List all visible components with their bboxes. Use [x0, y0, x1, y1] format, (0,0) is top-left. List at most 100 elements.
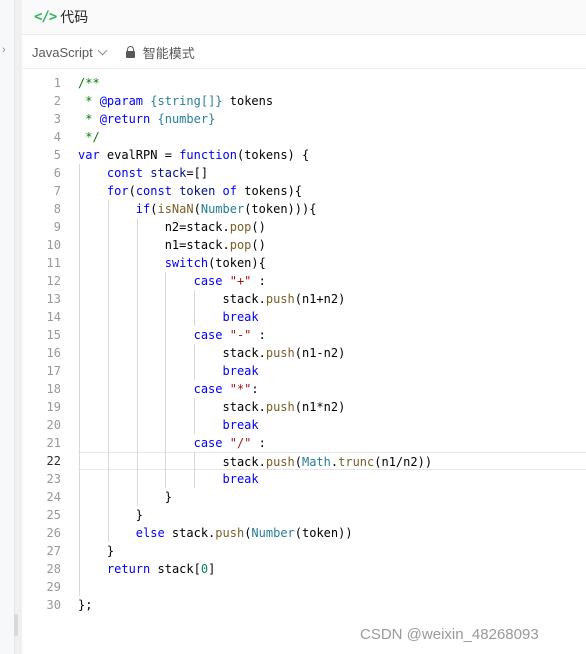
line-number: 15 [46, 328, 61, 342]
line-number: 19 [46, 400, 61, 414]
code-line[interactable]: 1 /** [22, 74, 586, 92]
line-number: 8 [53, 202, 61, 216]
code-token: ] [208, 562, 216, 576]
code-line[interactable]: 3 * @return {number} [22, 110, 586, 128]
code-line[interactable]: 15 case "-" : [22, 326, 586, 344]
code-line[interactable]: 2 * @param {string[]} tokens [22, 92, 586, 110]
code-line[interactable]: 13 stack.push(n1+n2) [22, 290, 586, 308]
code-text: */ [78, 128, 586, 146]
code-text: }; [78, 596, 586, 614]
code-token: (token){ [208, 256, 266, 270]
panel-header: </> 代码 [22, 0, 586, 35]
line-number: 2 [53, 94, 61, 108]
code-text: stack.push(n1*n2) [78, 398, 586, 416]
code-line[interactable]: 27 } [22, 542, 586, 560]
code-token: break [222, 364, 259, 378]
code-token: stack[ [150, 562, 201, 576]
line-number: 9 [53, 220, 61, 234]
code-line[interactable]: 19 stack.push(n1*n2) [22, 398, 586, 416]
code-text: const stack=[] [78, 164, 586, 182]
code-line[interactable]: 23 break [22, 470, 586, 488]
code-token: {number} [150, 112, 216, 126]
code-icon: </> [34, 9, 57, 25]
code-token: return [106, 562, 151, 576]
code-line[interactable]: 26 else stack.push(Number(token)) [22, 524, 586, 542]
code-token: stack. [78, 292, 266, 306]
code-line[interactable]: 16 stack.push(n1-n2) [22, 344, 586, 362]
code-line[interactable]: 14 break [22, 308, 586, 326]
code-line[interactable]: 12 case "+" : [22, 272, 586, 290]
line-number: 21 [46, 436, 61, 450]
code-token: const [135, 184, 172, 198]
code-line[interactable]: 6 const stack=[] [22, 164, 586, 182]
line-number: 5 [53, 148, 61, 162]
code-line[interactable]: 24 } [22, 488, 586, 506]
line-number: 13 [46, 292, 61, 306]
editor-toolbar: JavaScript 智能模式 [22, 36, 586, 69]
watermark: CSDN @weixin_48268093 [360, 626, 539, 643]
indent-guide [194, 452, 196, 488]
line-number: 3 [53, 112, 61, 126]
chevron-right-icon[interactable]: › [2, 44, 6, 56]
line-number: 6 [53, 166, 61, 180]
code-token: @param [99, 94, 144, 108]
code-line[interactable]: 7 for(const token of tokens){ [22, 182, 586, 200]
code-line[interactable]: 8 if(isNaN(Number(token))){ [22, 200, 586, 218]
code-token: (token)) [294, 526, 353, 540]
code-line[interactable]: 18 case "*": [22, 380, 586, 398]
code-editor[interactable]: 1/** 2 * @param {string[]} tokens 3 * @ret… [22, 74, 586, 634]
line-number: 25 [46, 508, 61, 522]
code-line[interactable]: 10 n1=stack.pop() [22, 236, 586, 254]
code-line[interactable]: 29 [22, 578, 586, 596]
code-line[interactable]: 30}; [22, 596, 586, 614]
code-text: } [78, 506, 586, 524]
resize-handle[interactable] [14, 614, 18, 636]
chevron-down-icon [97, 45, 108, 55]
line-number: 30 [46, 598, 61, 612]
code-token: token [179, 184, 216, 198]
code-line[interactable]: 5 var evalRPN = function(tokens) { [22, 146, 586, 164]
code-line[interactable]: 17 break [22, 362, 586, 380]
lock-icon [125, 45, 135, 58]
code-token: push [265, 455, 295, 469]
code-text: else stack.push(Number(token)) [78, 524, 586, 542]
code-line[interactable]: 25 } [22, 506, 586, 524]
code-token: break [222, 418, 259, 432]
code-text: case "-" : [78, 326, 586, 344]
code-token: {string[]} [143, 94, 230, 108]
code-token: "+" [229, 274, 252, 288]
language-select[interactable]: JavaScript [32, 45, 108, 60]
code-token: () [251, 220, 266, 234]
code-line[interactable]: 28 return stack[0] [22, 560, 586, 578]
smart-mode-button[interactable]: 智能模式 [125, 43, 195, 62]
code-token: : [251, 436, 266, 450]
code-text: case "+" : [78, 272, 586, 290]
code-line[interactable]: 9 n2=stack.pop() [22, 218, 586, 236]
line-number: 10 [46, 238, 61, 252]
line-number: 20 [46, 418, 61, 432]
code-line[interactable]: 21 case "/" : [22, 434, 586, 452]
code-line[interactable]: 11 switch(token){ [22, 254, 586, 272]
indent-guide [194, 398, 196, 434]
code-text: break [78, 470, 586, 488]
code-token: stack. [78, 455, 266, 469]
code-line[interactable]: 20 break [22, 416, 586, 434]
code-line[interactable]: 4 */ [22, 128, 586, 146]
line-number: 27 [46, 544, 61, 558]
code-text: stack.push(Math.trunc(n1/n2)) [78, 452, 586, 470]
code-token: case [193, 436, 223, 450]
code-token: Number [200, 202, 245, 216]
code-text: /** [78, 74, 586, 92]
code-line[interactable]: 22 stack.push(Math.trunc(n1/n2)) [22, 452, 586, 470]
code-token: function [179, 148, 237, 162]
code-token: 0 [200, 562, 209, 576]
code-token: : [251, 274, 266, 288]
code-token: () [251, 238, 266, 252]
code-text: stack.push(n1+n2) [78, 290, 586, 308]
code-text: if(isNaN(Number(token))){ [78, 200, 586, 218]
